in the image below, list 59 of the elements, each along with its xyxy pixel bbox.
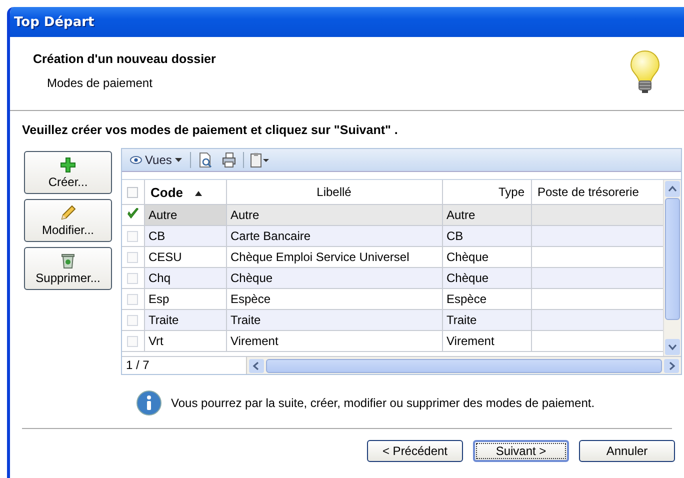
trash-bin-icon	[60, 252, 76, 268]
row-checkbox[interactable]	[127, 252, 138, 264]
table-cell: Chq	[148, 271, 171, 285]
info-icon	[136, 390, 162, 416]
document-magnifier-icon	[196, 152, 213, 168]
table-cell: Virement	[446, 334, 494, 348]
table-cell: Carte Bancaire	[230, 229, 311, 243]
create-button[interactable]: Créer...	[24, 151, 112, 194]
views-button[interactable]: Vues	[126, 153, 186, 167]
horizontal-scrollbar[interactable]	[247, 357, 681, 374]
table-cell: Traite	[230, 313, 261, 327]
row-checkbox[interactable]	[127, 273, 138, 284]
window-title: Top Départ	[14, 14, 94, 30]
sort-ascending-icon	[194, 190, 202, 196]
row-checkbox[interactable]	[127, 336, 138, 348]
table-cell: Virement	[230, 334, 278, 348]
vertical-scrollbar[interactable]	[663, 180, 681, 356]
table-cell: Chèque	[446, 250, 489, 264]
light-bulb-icon	[630, 50, 660, 94]
pencil-icon	[60, 204, 76, 220]
table-cell: CB	[148, 229, 166, 243]
dialog-button[interactable]: Suivant >	[473, 440, 569, 462]
table-cell: CESU	[148, 250, 182, 264]
instruction-text: Veuillez créer vos modes de paiement et cliquez sur "Suivant" .	[22, 123, 399, 139]
column-header[interactable]: Code	[144, 180, 226, 204]
row-checkbox[interactable]	[127, 315, 138, 326]
table-cell: Chèque	[230, 271, 273, 285]
column-header[interactable]: Type	[442, 180, 531, 204]
table-cell: Chèque	[446, 271, 489, 285]
table-cell: Traite	[446, 313, 477, 327]
row-checkbox[interactable]	[127, 231, 138, 242]
dialog-button[interactable]: < Précédent	[367, 440, 463, 462]
table-cell: Autre	[446, 208, 476, 222]
table-cell: Chèque Emploi Service Universel	[230, 250, 410, 264]
dialog-button[interactable]: Annuler	[579, 440, 675, 462]
table-cell: Esp	[148, 292, 170, 306]
table-cell: Vrt	[148, 334, 164, 348]
table-cell: Autre	[148, 208, 178, 222]
row-checkmark[interactable]	[126, 208, 139, 219]
info-text: Vous pourrez par la suite, créer, modifier ou supprimer des modes de paiement.	[171, 396, 595, 410]
column-header[interactable]: Poste de trésorerie	[531, 180, 663, 204]
printer-icon	[220, 152, 237, 168]
delete-button[interactable]: Supprimer...	[24, 247, 112, 290]
row-checkbox[interactable]	[127, 294, 138, 306]
table-cell: Espèce	[446, 292, 487, 306]
header-title: Création d'un nouveau dossier	[33, 52, 216, 66]
clipboard-icon	[250, 152, 270, 168]
table-cell: Traite	[148, 313, 179, 327]
clipboard-button[interactable]	[248, 152, 272, 168]
caret-icon	[174, 158, 182, 162]
plus-icon	[60, 156, 76, 172]
select-all-checkbox[interactable]	[127, 187, 138, 198]
header-subtitle: Modes de paiement	[47, 76, 154, 90]
table-cell: CB	[446, 229, 464, 243]
table-cell: Espèce	[230, 292, 271, 306]
eye-icon	[130, 156, 142, 164]
edit-button[interactable]: Modifier...	[24, 199, 112, 242]
table-cell: Autre	[230, 208, 260, 222]
column-header[interactable]: Libellé	[226, 180, 442, 204]
